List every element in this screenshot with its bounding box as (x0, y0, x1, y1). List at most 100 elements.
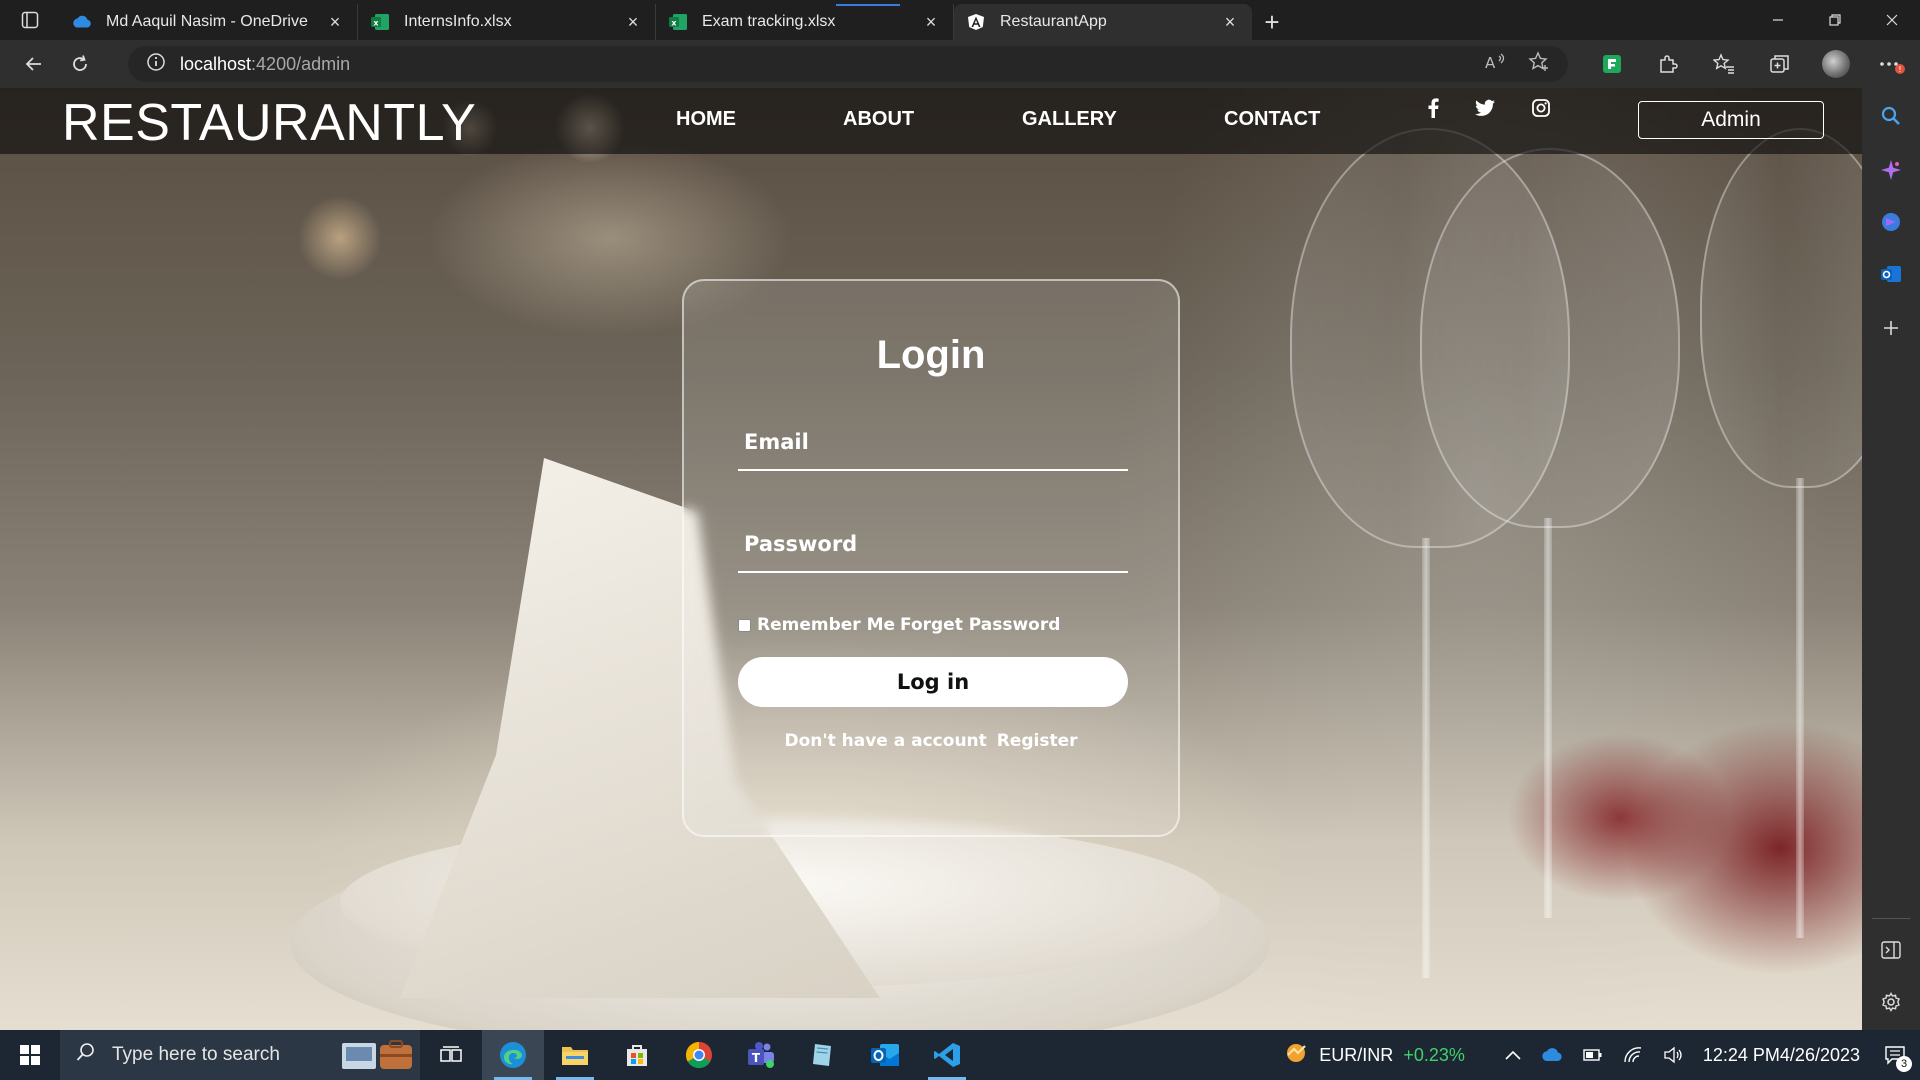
close-tab-icon[interactable]: × (921, 12, 941, 32)
email-field[interactable] (738, 415, 1128, 469)
microsoft-store-icon[interactable] (606, 1030, 668, 1080)
edge-sidebar (1862, 88, 1920, 1030)
add-sidebar-app-icon[interactable] (1862, 306, 1920, 350)
back-icon[interactable] (12, 44, 56, 84)
instagram-icon[interactable] (1530, 97, 1552, 119)
address-url: localhost:4200/admin (180, 54, 350, 75)
facebook-icon[interactable] (1422, 97, 1444, 119)
svg-text:x: x (671, 19, 677, 28)
settings-more-icon[interactable]: ! (1864, 40, 1920, 88)
collections-icon[interactable] (1752, 40, 1808, 88)
close-tab-icon[interactable]: × (623, 12, 643, 32)
currency-ticker[interactable]: EUR/INR +0.23% (1273, 1030, 1475, 1080)
excel-icon: x (370, 12, 390, 32)
glass-stem-decoration (1422, 538, 1430, 978)
no-account-text: Don't have a account (784, 731, 987, 751)
notification-icon[interactable]: 3 (1870, 1030, 1920, 1080)
address-bar[interactable]: localhost:4200/admin A (128, 46, 1568, 82)
nav-link-home[interactable]: HOME (676, 108, 736, 131)
task-view-icon[interactable] (420, 1030, 482, 1080)
site-logo[interactable]: RESTAURANTLY (62, 93, 476, 153)
register-link[interactable]: Register (997, 731, 1078, 751)
tab-loading-indicator (836, 4, 900, 6)
wine-glass-decoration (1700, 128, 1862, 488)
twitter-icon[interactable] (1474, 97, 1496, 119)
read-aloud-icon[interactable]: A (1484, 52, 1506, 77)
close-window-icon[interactable] (1863, 0, 1920, 40)
gear-icon[interactable] (1862, 980, 1920, 1024)
favorites-icon[interactable] (1696, 40, 1752, 88)
url-host: localhost (180, 53, 252, 74)
browser-tab-internsinfo[interactable]: x InternsInfo.xlsx × (358, 4, 656, 40)
nav-link-about[interactable]: ABOUT (843, 108, 914, 131)
browser-tab-exam-tracking[interactable]: x Exam tracking.xlsx × (656, 4, 954, 40)
notes-app-icon[interactable] (792, 1030, 854, 1080)
refresh-icon[interactable] (58, 44, 102, 84)
login-title: Login (876, 333, 986, 377)
close-tab-icon[interactable]: × (325, 12, 345, 32)
system-tray: EUR/INR +0.23% 12:24 PM 4/26/2023 3 (1273, 1030, 1920, 1080)
browser-tab-onedrive[interactable]: Md Aaquil Nasim - OneDrive × (60, 4, 358, 40)
password-field[interactable] (738, 517, 1128, 571)
chevron-up-icon[interactable] (1495, 1030, 1531, 1080)
copilot-icon[interactable] (1862, 148, 1920, 192)
glass-stem-decoration (1544, 518, 1552, 918)
tab-actions-icon[interactable] (0, 0, 60, 40)
window-controls (1749, 0, 1920, 40)
taskbar-search-box[interactable]: Type here to search (60, 1030, 420, 1080)
restore-icon[interactable] (1806, 0, 1863, 40)
ticker-change: +0.23% (1403, 1044, 1465, 1065)
excel-icon: x (668, 12, 688, 32)
register-row: Don't have a account Register (684, 731, 1178, 751)
chrome-icon[interactable] (668, 1030, 730, 1080)
login-card: Login Remember Me Forget Password Log in… (682, 279, 1180, 837)
volume-icon[interactable] (1653, 1030, 1693, 1080)
svg-text:A: A (1485, 54, 1496, 72)
browser-tab-restaurantapp[interactable]: RestaurantApp × (954, 4, 1252, 40)
wine-glass-decoration (1420, 148, 1680, 528)
url-path: :4200/admin (251, 53, 351, 74)
onedrive-icon[interactable] (1531, 1030, 1573, 1080)
site-info-icon[interactable] (146, 52, 166, 77)
profile-avatar[interactable] (1808, 40, 1864, 88)
nav-link-contact[interactable]: CONTACT (1224, 108, 1320, 131)
tab-title: InternsInfo.xlsx (404, 13, 512, 30)
outlook-icon[interactable] (854, 1030, 916, 1080)
ticker-name: EUR/INR (1319, 1044, 1394, 1065)
taskbar-clock[interactable]: 12:24 PM 4/26/2023 (1693, 1030, 1870, 1080)
windows-taskbar: Type here to search T EUR/INR +0.23% 12:… (0, 1030, 1920, 1080)
password-field-wrapper (738, 517, 1128, 573)
vscode-icon[interactable] (916, 1030, 978, 1080)
teams-icon[interactable]: T (730, 1030, 792, 1080)
edge-taskbar-icon[interactable] (482, 1030, 544, 1080)
file-explorer-icon[interactable] (544, 1030, 606, 1080)
new-tab-button[interactable]: + (1252, 4, 1292, 40)
nav-link-gallery[interactable]: GALLERY (1022, 108, 1117, 131)
extension-green-icon[interactable] (1584, 40, 1640, 88)
remember-me-checkbox[interactable] (738, 618, 751, 632)
clock-date: 4/26/2023 (1779, 1045, 1860, 1065)
email-field-wrapper (738, 415, 1128, 471)
admin-button[interactable]: Admin (1638, 101, 1824, 139)
tab-title: Exam tracking.xlsx (702, 13, 836, 30)
onedrive-icon (72, 12, 92, 32)
svg-text:!: ! (1898, 65, 1901, 74)
add-favorite-icon[interactable] (1528, 50, 1550, 78)
search-icon[interactable] (1862, 94, 1920, 138)
discover-icon[interactable] (1862, 200, 1920, 244)
login-button[interactable]: Log in (738, 657, 1128, 707)
remember-me-label[interactable]: Remember Me (757, 615, 895, 635)
minimize-icon[interactable] (1749, 0, 1806, 40)
wifi-icon[interactable] (1613, 1030, 1653, 1080)
tab-title: Md Aaquil Nasim - OneDrive (106, 13, 308, 30)
windows-start-icon[interactable] (0, 1030, 60, 1080)
ticker-icon (1283, 1041, 1309, 1070)
extensions-puzzle-icon[interactable] (1640, 40, 1696, 88)
outlook-icon[interactable] (1862, 252, 1920, 296)
close-tab-icon[interactable]: × (1220, 12, 1240, 32)
forget-password-link[interactable]: Forget Password (900, 615, 1060, 635)
hide-sidebar-icon[interactable] (1862, 928, 1920, 972)
tab-title: RestaurantApp (1000, 13, 1107, 30)
battery-icon[interactable] (1573, 1030, 1613, 1080)
svg-text:T: T (752, 1051, 761, 1065)
